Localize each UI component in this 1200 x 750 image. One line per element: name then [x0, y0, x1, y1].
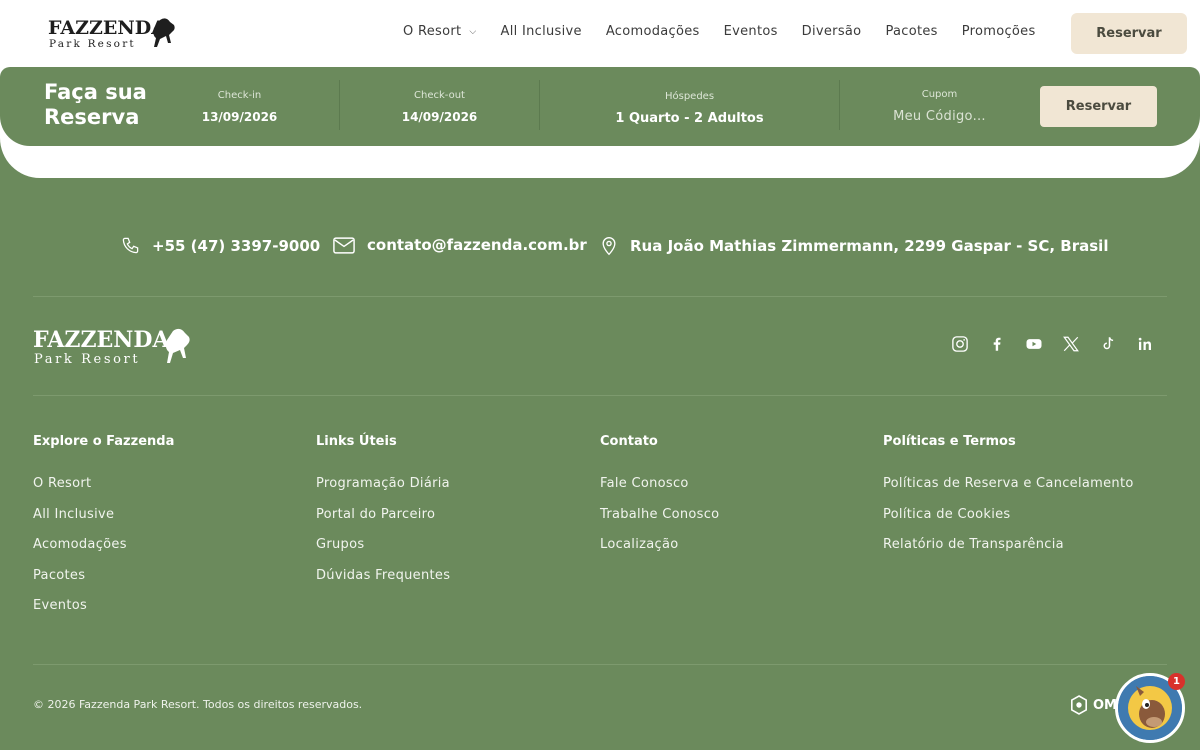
mail-icon: [333, 236, 355, 254]
facebook-icon[interactable]: [988, 335, 1006, 353]
nav-all-inclusive[interactable]: All Inclusive: [501, 24, 582, 39]
address-text: Rua João Mathias Zimmermann, 2299 Gaspar…: [630, 237, 1109, 255]
footer-col-title: Políticas e Termos: [883, 434, 1016, 449]
nav-label: All Inclusive: [500, 24, 582, 39]
guests-field[interactable]: Hóspedes 1 Quarto - 2 Adultos: [540, 67, 839, 146]
checkout-field[interactable]: Check-out 14/09/2026: [340, 67, 539, 146]
footer-link-fale-conosco[interactable]: Fale Conosco: [600, 476, 689, 491]
nav-label: O Resort: [403, 24, 462, 39]
guests-value: 1 Quarto - 2 Adultos: [615, 111, 764, 126]
footer-col-title: Explore o Fazzenda: [33, 434, 175, 449]
site-header: FAZZENDA Park Resort O Resort ⌵ All Incl…: [0, 0, 1200, 67]
contact-email[interactable]: contato@fazzenda.com.br: [333, 236, 587, 254]
linkedin-icon[interactable]: [1136, 335, 1154, 353]
map-pin-icon: [602, 237, 616, 256]
fazzenda-footer-logo[interactable]: FAZZENDA Park Resort: [33, 325, 203, 369]
nav-acomodacoes[interactable]: Acomodações: [606, 24, 700, 39]
x-icon[interactable]: [1062, 335, 1080, 353]
divider: [33, 664, 1167, 665]
nav-promocoes[interactable]: Promoções: [962, 24, 1036, 39]
notification-badge: 1: [1168, 673, 1185, 690]
svg-text:FAZZENDA: FAZZENDA: [48, 17, 166, 39]
header-reservar-button[interactable]: Reservar: [1071, 13, 1187, 54]
tiktok-icon[interactable]: [1099, 335, 1117, 353]
footer-link-eventos[interactable]: Eventos: [33, 598, 87, 613]
contact-phone[interactable]: +55 (47) 3397-9000: [121, 236, 320, 255]
coupon-field[interactable]: Cupom Meu Código...: [840, 67, 1039, 146]
om-badge[interactable]: OM: [1070, 695, 1117, 715]
svg-text:Park Resort: Park Resort: [49, 38, 136, 50]
footer-link-politicas-reserva[interactable]: Políticas de Reserva e Cancelamento: [883, 476, 1134, 491]
checkin-value: 13/09/2026: [201, 109, 278, 124]
footer-link-o-resort[interactable]: O Resort: [33, 476, 91, 491]
svg-text:FAZZENDA: FAZZENDA: [33, 327, 170, 353]
chevron-down-icon: ⌵: [469, 26, 477, 37]
contact-address[interactable]: Rua João Mathias Zimmermann, 2299 Gaspar…: [600, 236, 1108, 256]
nav-label: Pacotes: [885, 24, 938, 39]
footer-link-transparencia[interactable]: Relatório de Transparência: [883, 537, 1064, 552]
booking-reservar-button[interactable]: Reservar: [1040, 86, 1157, 127]
footer-link-trabalhe[interactable]: Trabalhe Conosco: [600, 507, 719, 522]
footer-col-title: Links Úteis: [316, 434, 397, 449]
youtube-icon[interactable]: [1025, 335, 1043, 353]
footer-link-localizacao[interactable]: Localização: [600, 537, 678, 552]
checkout-label: Check-out: [414, 89, 465, 101]
footer-link-programacao[interactable]: Programação Diária: [316, 476, 450, 491]
main-nav: O Resort ⌵ All Inclusive Acomodações Eve…: [403, 24, 1036, 39]
om-badge-text: OM: [1093, 697, 1117, 713]
nav-eventos[interactable]: Eventos: [724, 24, 778, 39]
checkin-label: Check-in: [217, 89, 262, 101]
footer-link-grupos[interactable]: Grupos: [316, 537, 364, 552]
guests-label: Hóspedes: [664, 91, 715, 102]
footer-link-cookies[interactable]: Política de Cookies: [883, 507, 1011, 522]
hexagon-icon: [1070, 695, 1088, 715]
email-text: contato@fazzenda.com.br: [367, 236, 587, 254]
coupon-label: Cupom: [921, 89, 958, 100]
footer-link-duvidas[interactable]: Dúvidas Frequentes: [316, 568, 450, 583]
footer-link-portal-parceiro[interactable]: Portal do Parceiro: [316, 507, 435, 522]
footer-link-acomodacoes[interactable]: Acomodações: [33, 537, 127, 552]
nav-label: Acomodações: [605, 24, 700, 39]
copyright-text: © 2026 Fazzenda Park Resort. Todos os di…: [33, 698, 363, 711]
nav-o-resort[interactable]: O Resort ⌵: [403, 24, 477, 39]
nav-pacotes[interactable]: Pacotes: [885, 24, 937, 39]
nav-label: Diversão: [801, 24, 862, 39]
phone-icon: [122, 237, 139, 254]
booking-bar: Faça sua Reserva Check-in 13/09/2026 Che…: [0, 67, 1200, 146]
divider: [33, 395, 1167, 396]
instagram-icon[interactable]: [951, 335, 969, 353]
footer-link-all-inclusive[interactable]: All Inclusive: [33, 507, 114, 522]
checkout-value: 14/09/2026: [401, 109, 478, 124]
svg-text:Park Resort: Park Resort: [34, 352, 140, 367]
nav-diversao[interactable]: Diversão: [802, 24, 862, 39]
divider: [33, 296, 1167, 297]
nav-label: Promoções: [961, 24, 1036, 39]
fazzenda-logo[interactable]: FAZZENDA Park Resort: [48, 14, 188, 54]
coupon-input[interactable]: Meu Código...: [893, 109, 986, 124]
nav-label: Eventos: [723, 24, 778, 39]
phone-text: +55 (47) 3397-9000: [152, 236, 321, 255]
footer-col-title: Contato: [600, 434, 658, 449]
footer-link-pacotes[interactable]: Pacotes: [33, 568, 85, 583]
checkin-field[interactable]: Check-in 13/09/2026: [140, 67, 339, 146]
